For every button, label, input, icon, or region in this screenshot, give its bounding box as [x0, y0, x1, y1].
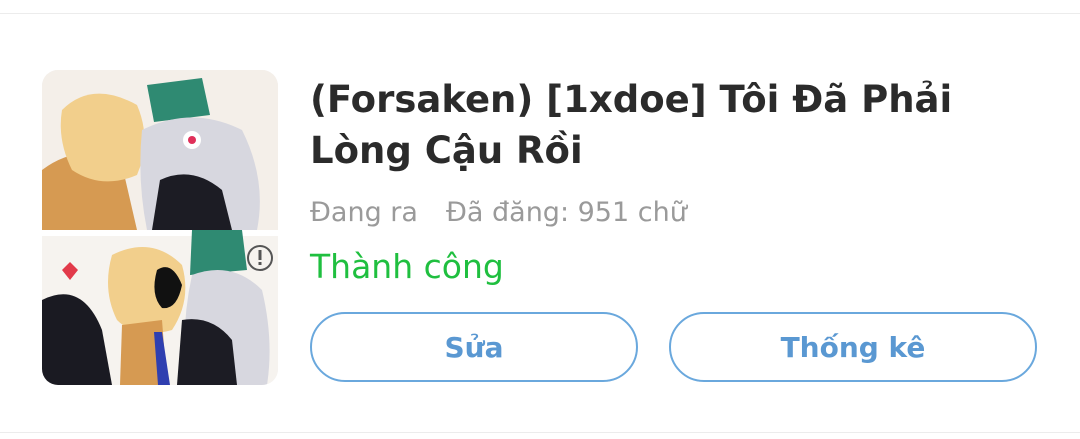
word-count: Đã đăng: 951 chữ	[445, 197, 687, 228]
publication-status: Đang ra	[310, 197, 418, 228]
top-divider	[0, 13, 1080, 14]
bottom-divider	[0, 432, 1080, 433]
story-title[interactable]: (Forsaken) [1xdoe] Tôi Đã Phải Lòng Cậu …	[310, 74, 1010, 176]
story-card-screen: (Forsaken) [1xdoe] Tôi Đã Phải Lòng Cậu …	[0, 0, 1080, 439]
statistics-button[interactable]: Thống kê	[669, 312, 1037, 382]
story-cover-image[interactable]	[42, 70, 278, 385]
cover-illustration-icon	[42, 70, 278, 385]
story-meta: Đang ra Đã đăng: 951 chữ	[310, 194, 687, 232]
edit-button[interactable]: Sửa	[310, 312, 638, 382]
success-status: Thành công	[310, 247, 504, 286]
